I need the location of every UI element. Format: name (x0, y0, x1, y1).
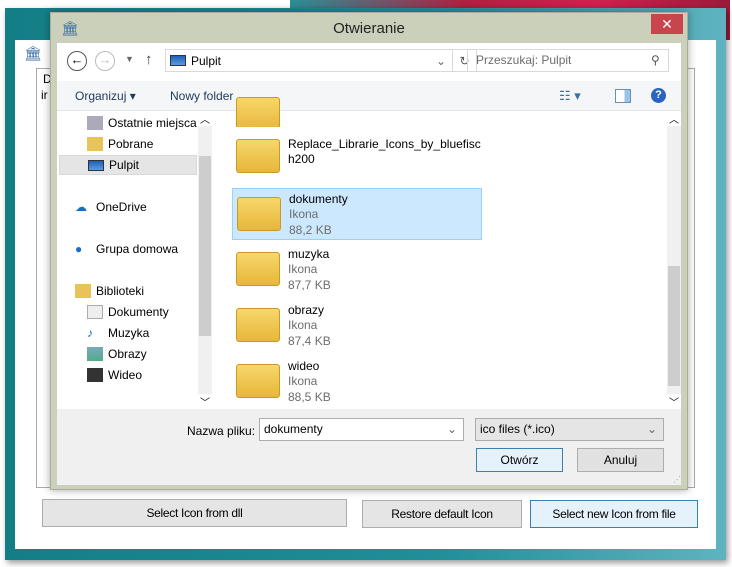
help-icon[interactable]: ? (651, 88, 666, 103)
view-options-icon[interactable]: ☷ ▾ (559, 88, 581, 104)
address-text: Pulpit (191, 53, 222, 68)
downloads-icon (87, 137, 103, 151)
file-item-selected[interactable]: dokumenty Ikona 88,2 KB (232, 188, 482, 240)
nav-item-libraries[interactable]: Biblioteki (75, 281, 144, 301)
navigation-pane: Ostatnie miejsca Pobrane Pulpit ☁ OneDriv… (57, 111, 212, 409)
file-name: dokumenty (289, 192, 348, 206)
file-name: Replace_Librarie_Icons_by_bluefisc (288, 137, 481, 151)
folder-item-partial[interactable] (232, 97, 482, 127)
folder-icon (236, 97, 280, 127)
open-button[interactable]: Otwórz (476, 448, 563, 472)
restore-default-icon-button[interactable]: Restore default Icon (362, 500, 522, 528)
file-type: Ikona (288, 318, 318, 332)
nav-item-video[interactable]: Wideo (87, 365, 142, 385)
nav-item-documents[interactable]: Dokumenty (87, 302, 169, 322)
search-icon[interactable]: ⚲ (651, 53, 660, 67)
dialog-body: ← → ▼ ↑ Pulpit ⌄ ↻ Przeszukaj: Pulpit ⚲ O… (57, 43, 681, 409)
filename-label: Nazwa pliku: (187, 424, 256, 438)
nav-label: Dokumenty (108, 305, 169, 319)
field-prefix: ir (41, 88, 48, 102)
scrollbar-thumb[interactable] (199, 156, 211, 336)
scrollbar-thumb[interactable] (668, 266, 680, 386)
folder-icon (236, 139, 280, 173)
desktop-icon (88, 159, 104, 171)
video-icon (87, 368, 103, 382)
file-item[interactable]: wideo Ikona 88,5 KB (232, 356, 482, 408)
select-new-icon-from-file-button[interactable]: Select new Icon from file (530, 500, 698, 528)
music-icon (236, 252, 280, 286)
up-arrow-icon[interactable]: ↑ (145, 51, 153, 68)
file-size: 88,5 KB (288, 390, 331, 404)
file-type: Ikona (288, 374, 318, 388)
nav-label: Grupa domowa (96, 242, 179, 256)
file-name: muzyka (288, 247, 330, 261)
file-type: Ikona (288, 262, 318, 276)
file-name-continued: h200 (288, 152, 315, 166)
pictures-icon (87, 347, 103, 361)
nav-item-music[interactable]: ♪ Muzyka (87, 323, 149, 343)
filename-value: dokumenty (264, 422, 323, 436)
close-button[interactable]: ✕ (651, 14, 683, 34)
recent-places-icon (87, 116, 103, 130)
preview-pane-icon[interactable] (615, 89, 631, 103)
nav-scrollbar[interactable]: ︿ ﹀ (198, 111, 212, 409)
file-name: obrazy (288, 303, 325, 317)
chevron-down-icon: ⌄ (646, 422, 657, 436)
search-input[interactable]: Przeszukaj: Pulpit (467, 49, 669, 72)
music-icon: ♪ (87, 326, 93, 340)
onedrive-icon: ☁ (75, 200, 87, 214)
select-icon-from-dll-button[interactable]: Select Icon from dll (42, 499, 347, 527)
nav-item-homegroup[interactable]: ● Grupa domowa (75, 239, 178, 259)
recent-locations-icon[interactable]: ▼ (125, 54, 134, 64)
nav-item-desktop[interactable]: Pulpit (59, 155, 197, 175)
nav-item-downloads[interactable]: Pobrane (87, 134, 153, 154)
chevron-down-icon[interactable]: ⌄ (436, 54, 446, 68)
nav-label: Pulpit (109, 158, 140, 172)
pictures-icon (236, 308, 280, 342)
filename-input[interactable]: dokumenty ⌄ (259, 418, 464, 441)
video-icon (236, 364, 280, 398)
nav-label: Obrazy (108, 347, 147, 361)
address-row: ← → ▼ ↑ Pulpit ⌄ ↻ Przeszukaj: Pulpit ⚲ (57, 43, 681, 81)
file-item[interactable]: obrazy Ikona 87,4 KB (232, 300, 482, 352)
documents-icon (237, 197, 281, 231)
open-file-dialog: 🏛 Otwieranie ✕ ← → ▼ ↑ Pulpit ⌄ ↻ Przeszu… (50, 12, 688, 490)
chevron-down-icon[interactable]: ⌄ (447, 419, 457, 440)
nav-label: Pobrane (108, 137, 154, 151)
file-item[interactable]: muzyka Ikona 87,7 KB (232, 244, 482, 296)
libraries-icon (75, 284, 91, 298)
file-list: Replace_Librarie_Icons_by_bluefisc h200 d… (215, 97, 665, 409)
file-name: wideo (288, 359, 320, 373)
organize-button[interactable]: Organizuj ▾ (75, 89, 136, 103)
nav-item-onedrive[interactable]: ☁ OneDrive (75, 197, 147, 217)
resize-grip-icon[interactable]: ⋰ (673, 475, 681, 484)
nav-label: OneDrive (96, 200, 147, 214)
back-icon[interactable]: ← (67, 51, 87, 71)
forward-icon[interactable]: → (95, 51, 115, 71)
nav-label: Biblioteki (96, 284, 145, 298)
file-type-select[interactable]: ico files (*.ico) ⌄ (475, 418, 664, 441)
homegroup-icon: ● (75, 242, 83, 256)
desktop-icon (170, 55, 186, 66)
nav-item-pictures[interactable]: Obrazy (87, 344, 147, 364)
file-type: Ikona (289, 207, 319, 221)
address-bar[interactable]: Pulpit ⌄ (165, 49, 453, 72)
file-list-scrollbar[interactable]: ︿ ﹀ (667, 111, 681, 409)
dialog-title: Otwieranie (333, 20, 405, 37)
nav-item-recent-places[interactable]: Ostatnie miejsca (87, 113, 197, 133)
nav-label: Muzyka (108, 326, 150, 340)
nav-label: Ostatnie miejsca (108, 116, 197, 130)
file-type-value: ico files (*.ico) (480, 422, 555, 436)
new-folder-button[interactable]: Nowy folder (170, 89, 233, 103)
file-size: 87,7 KB (288, 278, 331, 292)
library-icon: 🏛 (24, 45, 42, 61)
nav-label: Wideo (108, 368, 143, 382)
file-size: 87,4 KB (288, 334, 331, 348)
folder-item[interactable]: Replace_Librarie_Icons_by_bluefisc h200 (232, 131, 482, 183)
cancel-button[interactable]: Anuluj (577, 448, 664, 472)
documents-icon (87, 305, 103, 319)
file-size: 88,2 KB (289, 223, 332, 237)
